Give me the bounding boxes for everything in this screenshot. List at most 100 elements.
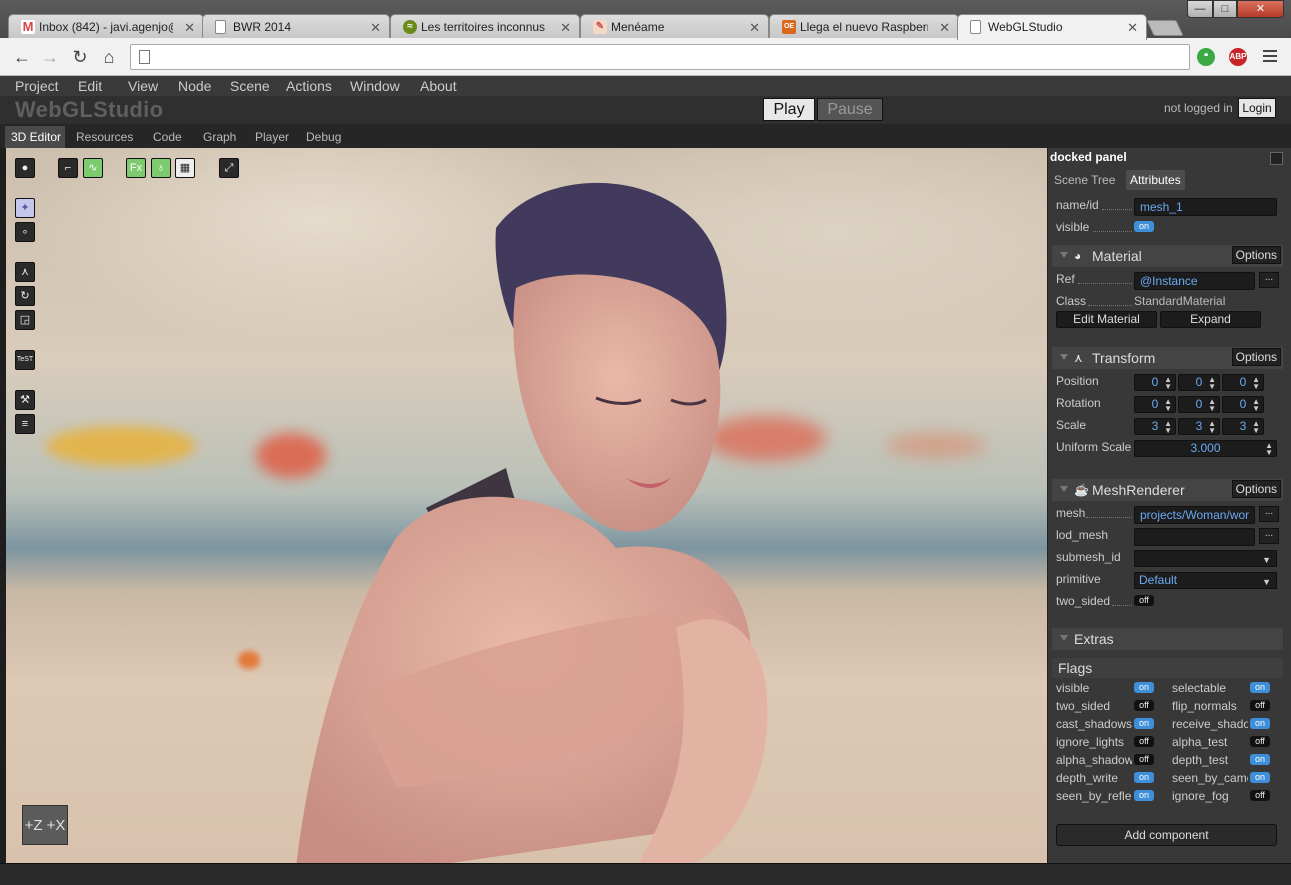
submesh-id-select[interactable]: ▼ bbox=[1134, 550, 1277, 567]
spinner-icon[interactable]: ▲ ▼ bbox=[1252, 420, 1260, 435]
flag-ignore-lights-toggle[interactable]: off bbox=[1134, 736, 1154, 747]
transform-options-button[interactable]: Options bbox=[1231, 348, 1281, 366]
rotation-y-input[interactable]: 0 ▲ ▼ bbox=[1178, 396, 1220, 413]
collapse-arrow-icon[interactable] bbox=[1060, 635, 1068, 641]
mesh-field[interactable]: projects/Woman/wor bbox=[1134, 506, 1255, 524]
select-tool-icon[interactable]: ✦ bbox=[15, 198, 35, 218]
edit-material-button[interactable]: Edit Material bbox=[1056, 311, 1157, 328]
close-tab-icon[interactable]: ✕ bbox=[560, 20, 571, 36]
scale-x-input[interactable]: 3 ▲ ▼ bbox=[1134, 418, 1176, 435]
browser-tab-webglstudio[interactable]: WebGLStudio ✕ bbox=[957, 14, 1147, 40]
lod-mesh-field[interactable] bbox=[1134, 528, 1255, 546]
tab-player[interactable]: Player bbox=[255, 126, 289, 148]
flag-receive-shadows-toggle[interactable]: on bbox=[1250, 718, 1270, 729]
node-link-icon[interactable]: ∘ bbox=[15, 222, 35, 242]
browser-tab-meneame[interactable]: ✎ Menéame ✕ bbox=[580, 14, 769, 39]
pause-button[interactable]: Pause bbox=[817, 98, 883, 121]
meshrenderer-options-button[interactable]: Options bbox=[1231, 480, 1281, 498]
flag-seen-by-reflections-toggle[interactable]: on bbox=[1134, 790, 1154, 801]
collapse-arrow-icon[interactable] bbox=[1060, 354, 1068, 360]
position-z-input[interactable]: 0 ▲ ▼ bbox=[1222, 374, 1264, 391]
axis-gizmo[interactable]: +Z +X bbox=[22, 805, 68, 845]
transform-section-header[interactable]: ⋏ Transform Options bbox=[1052, 347, 1283, 369]
collapse-arrow-icon[interactable] bbox=[1060, 486, 1068, 492]
forward-arrow-icon[interactable]: → bbox=[40, 47, 60, 67]
record-icon[interactable]: ● bbox=[15, 158, 35, 178]
collapse-arrow-icon[interactable] bbox=[1060, 252, 1068, 258]
translate-tool-icon[interactable]: ⋏ bbox=[15, 262, 35, 282]
fx-icon[interactable]: Fx bbox=[126, 158, 146, 178]
tab-3d-editor[interactable]: 3D Editor bbox=[5, 126, 66, 148]
close-tab-icon[interactable]: ✕ bbox=[939, 20, 950, 36]
menu-view[interactable]: View bbox=[128, 78, 158, 94]
wrench-icon[interactable]: ⚒ bbox=[15, 390, 35, 410]
new-tab-button[interactable] bbox=[1146, 20, 1184, 36]
position-y-input[interactable]: 0 ▲ ▼ bbox=[1178, 374, 1220, 391]
menu-edit[interactable]: Edit bbox=[78, 78, 102, 94]
reload-icon[interactable]: ↻ bbox=[70, 47, 90, 67]
close-tab-icon[interactable]: ✕ bbox=[749, 20, 760, 36]
tab-code[interactable]: Code bbox=[153, 126, 182, 148]
expand-material-button[interactable]: Expand bbox=[1160, 311, 1261, 328]
menu-scene[interactable]: Scene bbox=[230, 78, 270, 94]
flag-alpha-test-toggle[interactable]: off bbox=[1250, 736, 1270, 747]
tab-debug[interactable]: Debug bbox=[306, 126, 341, 148]
primitive-select[interactable]: Default ▼ bbox=[1134, 572, 1277, 589]
hangouts-extension-icon[interactable]: ❝ bbox=[1197, 48, 1215, 66]
menu-actions[interactable]: Actions bbox=[286, 78, 332, 94]
play-button[interactable]: Play bbox=[763, 98, 815, 121]
tab-graph[interactable]: Graph bbox=[203, 126, 236, 148]
link-icon[interactable]: ⤢ bbox=[219, 158, 239, 178]
close-tab-icon[interactable]: ✕ bbox=[1127, 20, 1138, 36]
rotation-x-input[interactable]: 0 ▲ ▼ bbox=[1134, 396, 1176, 413]
address-input[interactable] bbox=[157, 48, 1157, 66]
spinner-icon[interactable]: ▲ ▼ bbox=[1208, 376, 1216, 391]
spinner-icon[interactable]: ▲ ▼ bbox=[1164, 398, 1172, 413]
spinner-icon[interactable]: ▲ ▼ bbox=[1208, 420, 1216, 435]
spinner-icon[interactable]: ▲ ▼ bbox=[1164, 420, 1172, 435]
spinner-icon[interactable]: ▲ ▼ bbox=[1252, 398, 1260, 413]
menu-node[interactable]: Node bbox=[178, 78, 211, 94]
browser-tab-spotify[interactable]: ≈ Les territoires inconnus - ✕ bbox=[390, 14, 580, 39]
3d-viewport[interactable]: ● ⌐ ∿ Fx ♁ ▦ ⤢ ✦ ∘ ⋏ ↻ ◲ TeST ⚒ ≡ +Z +X bbox=[6, 148, 1047, 863]
visible-toggle[interactable]: on bbox=[1134, 221, 1154, 232]
flag-ignore-fog-toggle[interactable]: off bbox=[1250, 790, 1270, 801]
tab-resources[interactable]: Resources bbox=[76, 126, 133, 148]
uniform-scale-input[interactable]: 3.000 ▲ ▼ bbox=[1134, 440, 1277, 457]
back-arrow-icon[interactable]: ← bbox=[12, 47, 32, 67]
flag-seen-by-camera-toggle[interactable]: on bbox=[1250, 772, 1270, 783]
graph-nodes-icon[interactable]: ∿ bbox=[83, 158, 103, 178]
two-sided-toggle[interactable]: off bbox=[1134, 595, 1154, 606]
grid-icon[interactable]: ▦ bbox=[175, 158, 195, 178]
tab-attributes[interactable]: Attributes bbox=[1126, 170, 1185, 190]
chrome-menu-icon[interactable] bbox=[1263, 50, 1277, 65]
browser-tab-gmail[interactable]: M Inbox (842) - javi.agenjo@ ✕ bbox=[8, 14, 204, 39]
scale-z-input[interactable]: 3 ▲ ▼ bbox=[1222, 418, 1264, 435]
light-bulb-icon[interactable]: ♁ bbox=[151, 158, 171, 178]
flag-cast-shadows-toggle[interactable]: on bbox=[1134, 718, 1154, 729]
flag-visible-toggle[interactable]: on bbox=[1134, 682, 1154, 693]
spinner-icon[interactable]: ▲ ▼ bbox=[1164, 376, 1172, 391]
mesh-browse-button[interactable]: ... bbox=[1259, 506, 1279, 522]
material-options-button[interactable]: Options bbox=[1231, 246, 1281, 264]
meshrenderer-section-header[interactable]: ☕ MeshRenderer Options bbox=[1052, 479, 1283, 501]
spinner-icon[interactable]: ▲ ▼ bbox=[1208, 398, 1216, 413]
menu-about[interactable]: About bbox=[420, 78, 457, 94]
flag-flip-normals-toggle[interactable]: off bbox=[1250, 700, 1270, 711]
close-window-button[interactable]: ✕ bbox=[1237, 0, 1284, 18]
lod-mesh-browse-button[interactable]: ... bbox=[1259, 528, 1279, 544]
minimize-button[interactable]: — bbox=[1187, 0, 1213, 18]
close-tab-icon[interactable]: ✕ bbox=[370, 20, 381, 36]
test-icon[interactable]: TeST bbox=[15, 350, 35, 370]
spinner-icon[interactable]: ▲ ▼ bbox=[1265, 442, 1273, 457]
extras-section-header[interactable]: Extras bbox=[1052, 628, 1283, 650]
adblock-plus-icon[interactable]: ABP bbox=[1229, 48, 1247, 66]
login-button[interactable]: Login bbox=[1238, 98, 1276, 118]
flag-two-sided-toggle[interactable]: off bbox=[1134, 700, 1154, 711]
rotation-z-input[interactable]: 0 ▲ ▼ bbox=[1222, 396, 1264, 413]
name-id-field[interactable]: mesh_1 bbox=[1134, 198, 1277, 216]
position-x-input[interactable]: 0 ▲ ▼ bbox=[1134, 374, 1176, 391]
material-section-header[interactable]: ◕ Material Options bbox=[1052, 245, 1283, 267]
menu-project[interactable]: Project bbox=[15, 78, 59, 94]
flag-selectable-toggle[interactable]: on bbox=[1250, 682, 1270, 693]
